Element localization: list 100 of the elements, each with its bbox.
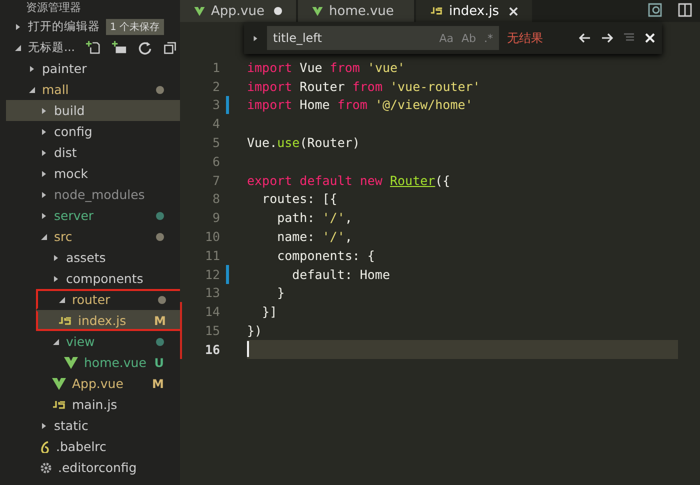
expand-arrow-icon[interactable] xyxy=(52,338,60,346)
git-status-letter: U xyxy=(154,356,164,370)
expand-arrow-icon[interactable] xyxy=(14,44,22,52)
file-name: build xyxy=(54,103,86,118)
expand-arrow-icon[interactable] xyxy=(40,232,48,240)
file-name: mock xyxy=(54,166,89,181)
git-status-letter: M xyxy=(152,376,164,390)
vue-file-icon xyxy=(64,356,78,368)
code-line: import Vue from 'vue' xyxy=(247,60,406,75)
line-number: 5 xyxy=(211,135,220,150)
file-tree-item[interactable]: home.vue U xyxy=(6,352,180,373)
file-name: .editorconfig xyxy=(58,460,138,475)
no-results-text: 无结果 xyxy=(507,30,543,46)
file-tree-item[interactable]: .babelrc xyxy=(6,436,180,457)
expand-arrow-icon[interactable] xyxy=(52,274,60,282)
file-tree-item[interactable]: painter xyxy=(6,58,180,79)
file-tree-item[interactable]: .editorconfig xyxy=(6,457,180,478)
line-number: 3 xyxy=(211,97,220,112)
file-name: assets xyxy=(66,250,107,265)
expand-arrow-icon[interactable] xyxy=(40,170,48,178)
editor-tab[interactable]: index.js xyxy=(416,0,532,22)
file-tree-item[interactable]: build xyxy=(6,100,180,121)
explorer-title: 资源管理器 xyxy=(25,0,82,16)
file-name: main.js xyxy=(72,397,118,412)
expand-arrow-icon[interactable] xyxy=(14,22,22,30)
file-name: index.js xyxy=(78,313,128,328)
file-name: router xyxy=(72,292,112,307)
new-file-icon[interactable] xyxy=(86,40,101,55)
gear-icon xyxy=(40,462,52,474)
section-header[interactable]: 无标题... xyxy=(28,40,75,55)
arrow-right-icon[interactable] xyxy=(601,33,613,43)
expand-arrow-icon[interactable] xyxy=(28,86,36,94)
file-name: home.vue xyxy=(84,355,148,370)
refresh-icon[interactable] xyxy=(138,40,152,54)
file-tree-item[interactable]: components xyxy=(6,268,180,289)
lines-icon[interactable] xyxy=(623,33,635,43)
line-number: 11 xyxy=(204,248,220,263)
expand-arrow-icon[interactable] xyxy=(40,128,48,136)
collapse-all-icon[interactable] xyxy=(162,40,177,54)
editor-tab[interactable]: home.vue xyxy=(298,0,414,22)
tab-label: index.js xyxy=(449,4,500,18)
git-status-letter: M xyxy=(154,314,166,328)
file-tree-item[interactable]: dist xyxy=(6,142,180,163)
vue-file-icon xyxy=(194,6,205,16)
file-tree-item[interactable]: static xyxy=(6,415,180,436)
file-name: components xyxy=(66,271,144,286)
expand-arrow-icon[interactable] xyxy=(40,106,48,114)
code-line: default: Home xyxy=(291,266,390,282)
file-tree-item[interactable]: main.js xyxy=(6,394,180,415)
close-icon[interactable] xyxy=(509,6,518,16)
js-file-icon xyxy=(430,7,443,15)
split-editor-icon[interactable] xyxy=(678,3,692,17)
code-line: export default new Router({ xyxy=(247,172,450,188)
line-number: 7 xyxy=(211,172,220,188)
file-tree-item[interactable]: mall xyxy=(6,79,180,100)
file-tree-item[interactable]: App.vue M xyxy=(6,373,180,394)
close-icon[interactable] xyxy=(645,33,655,43)
file-tree-item[interactable]: assets xyxy=(6,247,180,268)
file-name: config xyxy=(54,124,94,139)
expand-arrow-icon[interactable] xyxy=(40,212,48,220)
vue-file-icon xyxy=(52,378,66,390)
arrow-left-icon[interactable] xyxy=(579,33,591,43)
expand-arrow-icon[interactable] xyxy=(40,422,48,430)
new-folder-icon[interactable] xyxy=(112,40,127,55)
file-tree-item[interactable]: server xyxy=(6,205,180,226)
code-line: name: '/', xyxy=(276,229,352,244)
file-tree-item[interactable]: mock xyxy=(6,163,180,184)
file-name: mall xyxy=(42,82,70,97)
file-tree-item[interactable]: config xyxy=(6,121,180,142)
line-number: 16 xyxy=(204,342,220,357)
line-number: 13 xyxy=(204,285,220,300)
expand-arrow-icon[interactable] xyxy=(28,64,36,72)
expand-arrow-icon[interactable] xyxy=(40,190,48,198)
file-name: static xyxy=(54,418,90,433)
expand-arrow-icon[interactable] xyxy=(58,296,66,304)
expand-arrow-icon[interactable] xyxy=(40,148,48,156)
file-name: dist xyxy=(54,145,78,160)
tab-label: home.vue xyxy=(329,4,395,18)
file-name: node_modules xyxy=(54,187,146,202)
file-tree-item[interactable]: src xyxy=(6,226,180,247)
code-line: components: { xyxy=(276,248,375,263)
line-number: 15 xyxy=(204,323,220,338)
code-line: } xyxy=(276,285,285,300)
file-tree-item[interactable]: node_modules xyxy=(6,184,180,205)
file-name: App.vue xyxy=(72,376,124,391)
js-file-icon xyxy=(58,316,72,324)
line-number: 6 xyxy=(211,154,220,169)
file-name: server xyxy=(54,208,95,223)
code-line: import Home from '@/view/home' xyxy=(247,97,473,112)
file-tree-item[interactable]: index.js M xyxy=(36,310,182,331)
expand-arrow-icon[interactable] xyxy=(252,34,259,42)
tab-label: App.vue xyxy=(211,4,266,18)
expand-arrow-icon[interactable] xyxy=(52,254,60,262)
unsaved-badge: 1 个未保存 xyxy=(106,18,164,34)
code-line: Vue.use(Router) xyxy=(247,135,360,150)
js-file-icon xyxy=(52,400,66,408)
editor-tab[interactable]: App.vue xyxy=(180,0,296,22)
section-header[interactable]: 打开的编辑器 xyxy=(28,19,100,34)
vue-file-icon xyxy=(312,6,323,16)
file-tree-item[interactable]: view xyxy=(6,331,180,352)
